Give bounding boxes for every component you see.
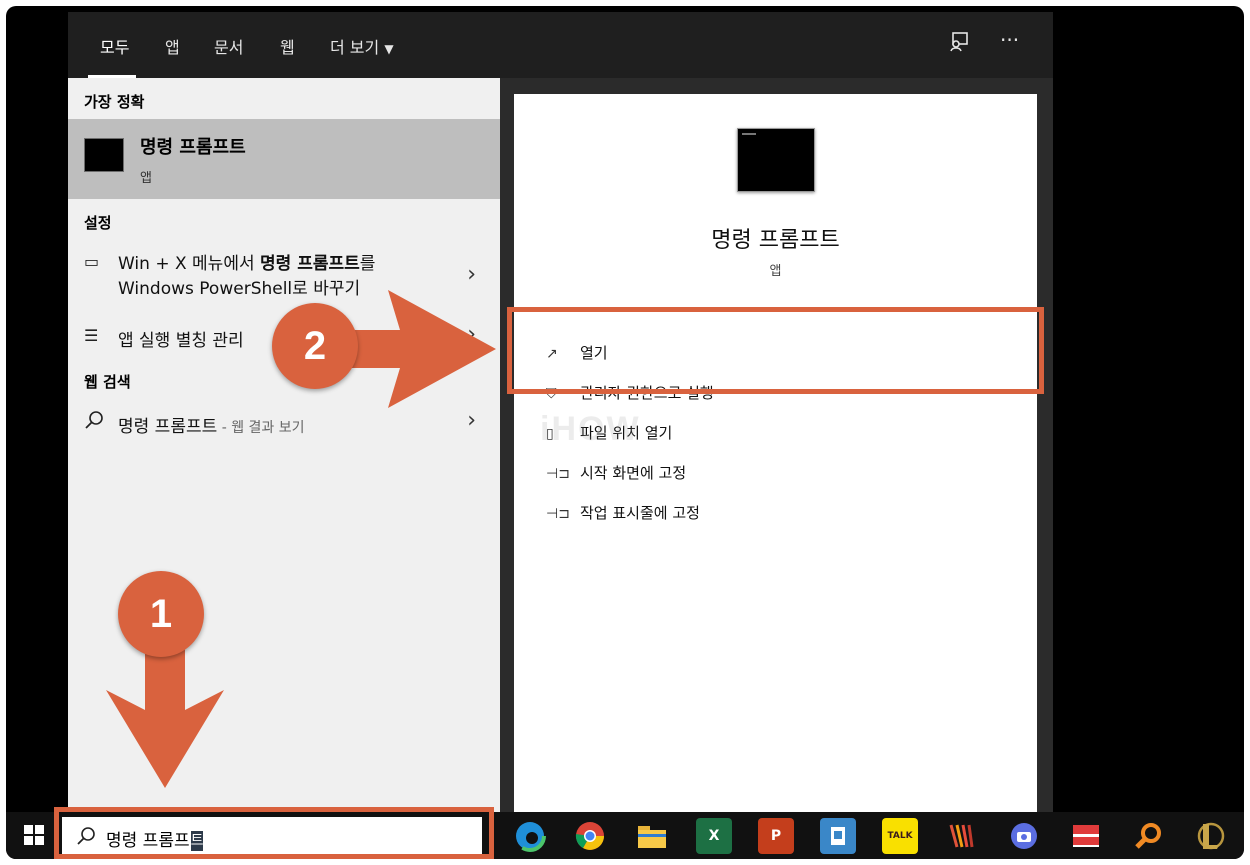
ellipsis-icon[interactable]: ···: [1000, 28, 1019, 52]
setting-line1-post: 를: [359, 254, 376, 274]
pin-icon: ⊣⊐: [546, 466, 570, 482]
windows-start-icon[interactable]: [24, 825, 44, 845]
arrow-right-annotation: [340, 290, 496, 408]
web-search-header: 웹 검색: [84, 373, 131, 391]
search-icon: [84, 410, 104, 434]
league-icon[interactable]: [1192, 818, 1228, 854]
ppt-label: P: [770, 828, 782, 844]
tab-all[interactable]: 모두: [100, 34, 129, 58]
best-match-header: 가장 정확: [84, 93, 145, 111]
setting-line1-bold: 명령 프롬프트: [260, 254, 360, 274]
kakaotalk-icon[interactable]: TALK: [882, 818, 918, 854]
command-prompt-icon: [84, 138, 124, 172]
app-blue-icon[interactable]: [820, 818, 856, 854]
app-red-icon[interactable]: [1068, 818, 1104, 854]
preview-subtitle: 앱: [769, 264, 782, 279]
setting-line2: Windows PowerShell로 바꾸기: [118, 279, 361, 299]
file-explorer-icon[interactable]: [634, 818, 670, 854]
web-search-item[interactable]: 명령 프롬프트 - 웹 결과 보기 ›: [68, 408, 500, 440]
best-match-item[interactable]: 명령 프롬프트 앱: [68, 119, 500, 199]
chevron-down-icon: ▼: [384, 42, 394, 56]
action-pin-taskbar[interactable]: ⊣⊐ 작업 표시줄에 고정: [546, 502, 700, 523]
step-badge-2: 2: [272, 303, 358, 389]
step-badge-1: 1: [118, 571, 204, 657]
list-icon: ☰: [84, 326, 99, 345]
command-prompt-large-icon: [737, 128, 815, 192]
settings-header: 설정: [84, 214, 112, 232]
best-match-title: 명령 프롬프트: [140, 137, 246, 158]
edge-icon[interactable]: [512, 818, 548, 854]
camera-icon[interactable]: [1006, 818, 1042, 854]
watermark: iHOW: [540, 410, 641, 448]
tab-more-label: 더 보기: [330, 38, 380, 57]
preview-pane: 명령 프롬프트 앱 ↗ 열기 ⛉ 관리자 권한으로 실행 ▯ 파일 위치 열기 ⊣⊐ 시…: [514, 94, 1037, 818]
highlight-search-box: [54, 807, 494, 859]
excel-label: X: [708, 828, 720, 844]
app-alias-label: 앱 실행 별칭 관리: [118, 331, 244, 351]
highlight-open-action: [507, 307, 1044, 394]
search-scope-bar: 모두 앱 문서 웹 더 보기 ▼ ···: [68, 12, 1053, 78]
preview-title: 명령 프롬프트: [711, 228, 840, 253]
feedback-icon[interactable]: [948, 30, 970, 57]
action-pin-start-label: 시작 화면에 고정: [580, 464, 687, 482]
action-pin-start[interactable]: ⊣⊐ 시작 화면에 고정: [546, 462, 686, 483]
tab-web[interactable]: 웹: [280, 34, 295, 58]
web-item-label: 명령 프롬프트: [118, 417, 218, 437]
web-item-suffix: - 웹 결과 보기: [217, 420, 305, 436]
action-pin-taskbar-label: 작업 표시줄에 고정: [580, 504, 700, 522]
chrome-icon[interactable]: [572, 818, 608, 854]
keyboard-icon: ▭: [84, 252, 100, 271]
chevron-right-icon: ›: [467, 408, 476, 433]
tab-documents[interactable]: 문서: [214, 34, 243, 58]
setting-line1-pre: Win + X 메뉴에서: [118, 254, 260, 274]
chevron-right-icon: ›: [467, 262, 476, 287]
app-stripes-icon[interactable]: [944, 818, 980, 854]
tab-more[interactable]: 더 보기 ▼: [330, 34, 394, 58]
tab-apps[interactable]: 앱: [165, 34, 180, 58]
arrow-down-annotation: [106, 640, 224, 788]
excel-icon[interactable]: X: [696, 818, 732, 854]
powerpoint-icon[interactable]: P: [758, 818, 794, 854]
search-app-icon[interactable]: [1130, 818, 1166, 854]
best-match-subtitle: 앱: [140, 171, 152, 186]
talk-label: TALK: [887, 831, 913, 841]
pin-icon: ⊣⊐: [546, 506, 570, 522]
